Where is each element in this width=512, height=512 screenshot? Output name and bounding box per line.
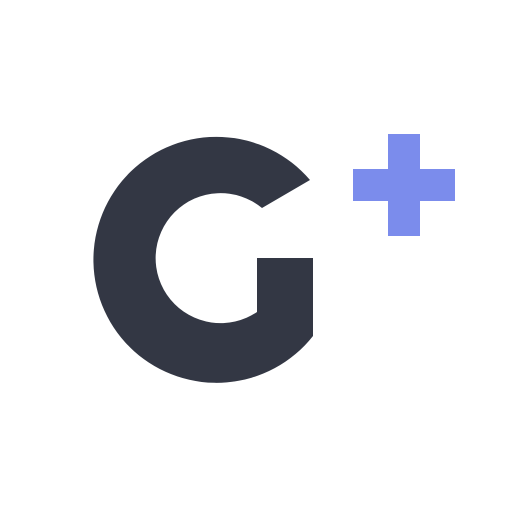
g-letter-mark [93, 136, 313, 383]
plus-icon [353, 134, 455, 236]
app-icon [0, 0, 512, 512]
g-plus-logo [93, 134, 455, 383]
plus-vertical-bar [388, 134, 420, 236]
